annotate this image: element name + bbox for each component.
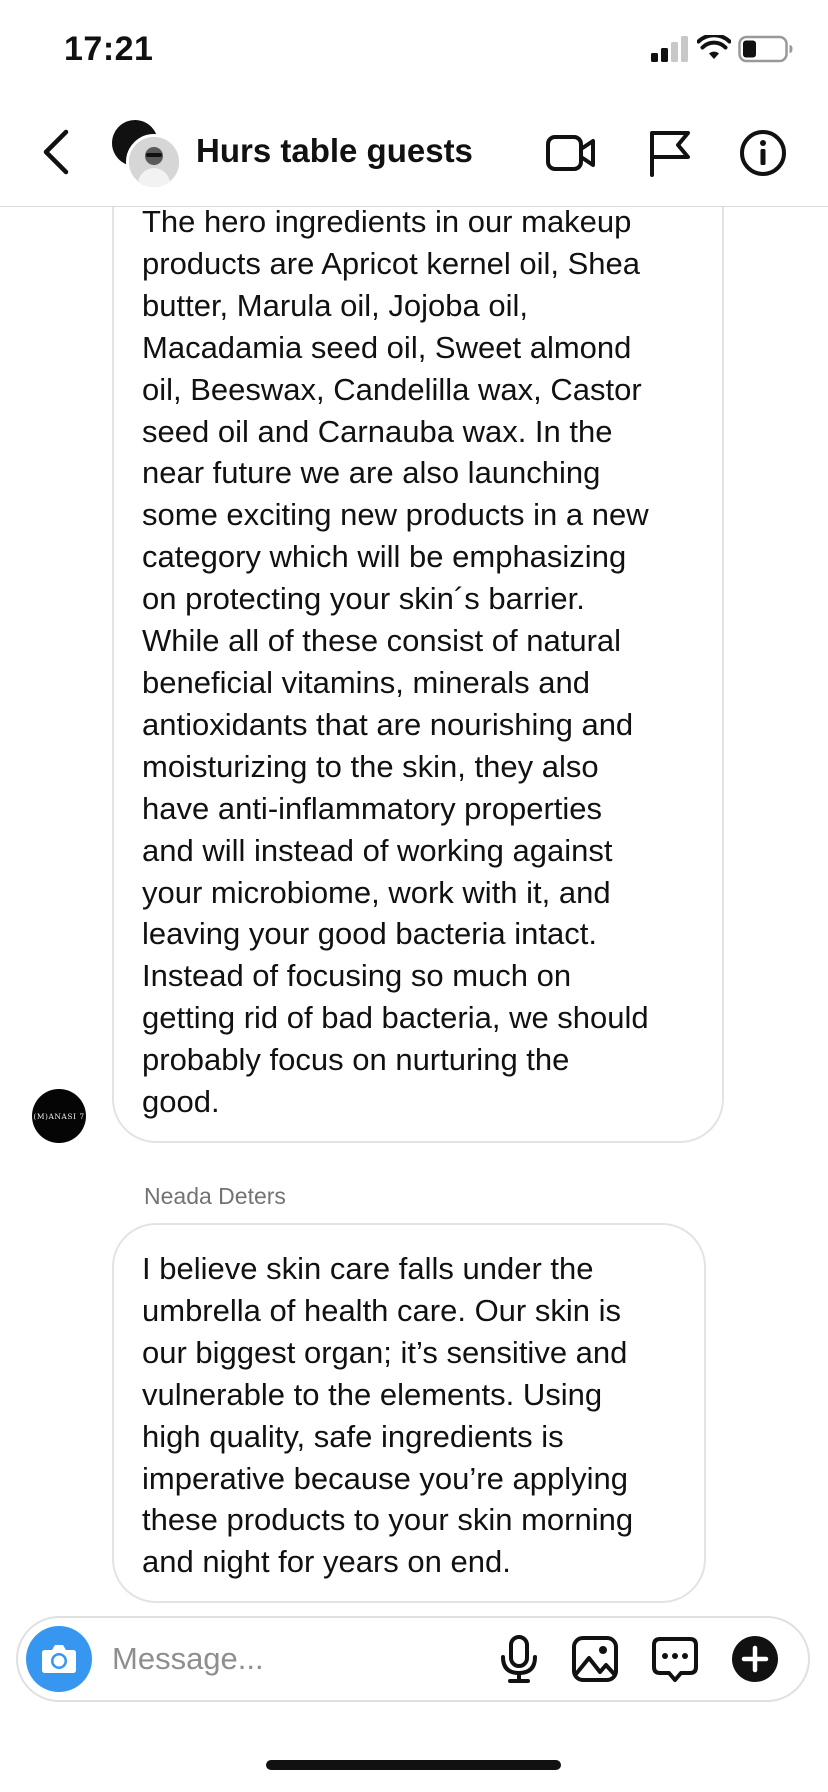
status-bar: 17:21: [0, 0, 828, 100]
avatar-primary: [126, 134, 182, 190]
chat-header: Hurs table guests: [0, 100, 828, 207]
flag-icon[interactable]: [646, 128, 696, 178]
battery-icon: [738, 35, 793, 63]
plus-icon[interactable]: [730, 1634, 780, 1684]
conversation-title[interactable]: Hurs table guests: [196, 132, 473, 170]
message-bubble[interactable]: I believe skin care falls under the umbr…: [112, 1223, 706, 1603]
microphone-icon[interactable]: [494, 1634, 544, 1684]
message-input[interactable]: [112, 1630, 482, 1688]
video-call-icon[interactable]: [546, 128, 596, 178]
message-bubble[interactable]: The hero ingredients in our makeup produ…: [112, 150, 724, 1143]
gallery-icon[interactable]: [570, 1634, 620, 1684]
sender-avatar[interactable]: (M)ANASI 7: [32, 1089, 86, 1143]
group-avatar[interactable]: [110, 118, 182, 190]
back-chevron-icon[interactable]: [36, 124, 76, 180]
message-composer: [16, 1616, 810, 1702]
home-indicator[interactable]: [266, 1760, 561, 1770]
status-time: 17:21: [64, 30, 154, 68]
info-icon[interactable]: [738, 128, 788, 178]
camera-icon: [42, 1645, 76, 1673]
cellular-signal-icon: [651, 36, 688, 62]
camera-button[interactable]: [26, 1626, 92, 1692]
sender-name: Neada Deters: [144, 1183, 286, 1209]
sticker-icon[interactable]: [650, 1634, 700, 1684]
wifi-icon: [697, 35, 731, 59]
person-photo-icon: [129, 137, 179, 187]
